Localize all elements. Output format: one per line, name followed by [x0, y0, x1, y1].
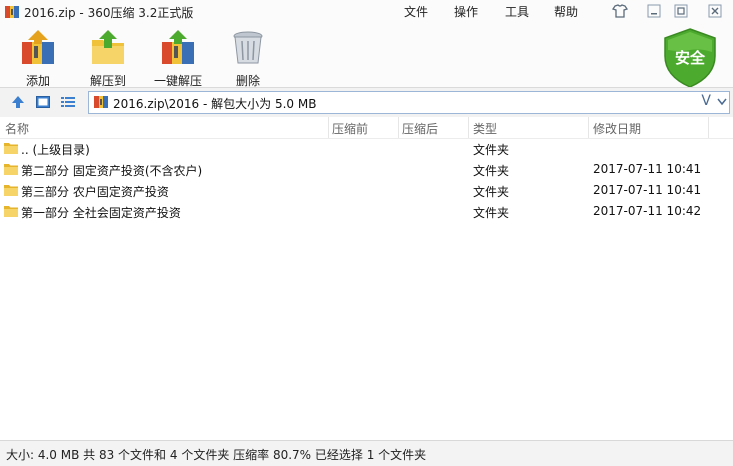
- security-shield-badge[interactable]: 安全: [662, 28, 718, 88]
- status-bar: 大小: 4.0 MB 共 83 个文件和 4 个文件夹 压缩率 80.7% 已经…: [0, 440, 733, 466]
- file-row[interactable]: 第一部分 全社会固定资产投资 文件夹 2017-07-11 10:42: [0, 201, 733, 222]
- thumbnail-view-icon[interactable]: [35, 94, 51, 110]
- maximize-icon[interactable]: [672, 2, 690, 20]
- column-divider[interactable]: [468, 117, 469, 138]
- navigation-bar: 2016.zip\2016 - 解包大小为 5.0 MB V: [0, 87, 733, 118]
- file-list-header: 名称 压缩前 压缩后 类型 修改日期: [0, 117, 733, 139]
- file-name: .. (上级目录): [21, 143, 90, 157]
- close-icon[interactable]: [706, 2, 724, 20]
- file-type: 文件夹: [473, 143, 510, 157]
- column-divider[interactable]: [398, 117, 399, 138]
- file-row-parent-dir[interactable]: .. (上级目录) 文件夹: [0, 138, 733, 159]
- list-view-icon[interactable]: [60, 94, 76, 110]
- menu-operation[interactable]: 操作: [454, 3, 478, 20]
- address-bar[interactable]: 2016.zip\2016 - 解包大小为 5.0 MB V: [88, 91, 730, 114]
- extract-to-button[interactable]: 解压到: [86, 28, 130, 89]
- security-badge-label: 安全: [674, 49, 705, 67]
- file-modified: 2017-07-11 10:41: [593, 162, 702, 176]
- file-type: 文件夹: [473, 206, 510, 220]
- file-name: 第三部分 农户固定资产投资: [21, 185, 169, 199]
- archive-app-icon: [5, 6, 19, 18]
- add-button[interactable]: 添加: [18, 28, 58, 89]
- add-archive-icon: [22, 30, 54, 64]
- folder-icon: [4, 185, 18, 196]
- zip-archive-icon: [94, 96, 108, 108]
- column-divider[interactable]: [588, 117, 589, 138]
- column-name[interactable]: 名称: [5, 120, 29, 137]
- menu-help[interactable]: 帮助: [554, 3, 578, 20]
- main-toolbar: 添加 解压到 一键解压 删除: [0, 24, 733, 89]
- file-name: 第二部分 固定资产投资(不含农户): [21, 164, 203, 178]
- address-path: 2016.zip\2016 - 解包大小为 5.0 MB: [113, 97, 317, 111]
- up-arrow-icon[interactable]: [10, 94, 26, 110]
- title-bar: 2016.zip - 360压缩 3.2正式版 文件 操作 工具 帮助: [0, 0, 733, 24]
- file-row[interactable]: 第三部分 农户固定资产投资 文件夹 2017-07-11 10:41: [0, 180, 733, 201]
- extract-folder-icon: [92, 30, 124, 64]
- column-divider[interactable]: [328, 117, 329, 138]
- column-after[interactable]: 压缩后: [402, 120, 438, 137]
- skin-shirt-icon[interactable]: [611, 2, 629, 20]
- column-compressed[interactable]: 压缩前: [332, 120, 368, 137]
- file-name: 第一部分 全社会固定资产投资: [21, 206, 181, 220]
- column-modified[interactable]: 修改日期: [593, 120, 641, 137]
- delete-button[interactable]: 删除: [228, 28, 268, 89]
- folder-icon: [4, 143, 18, 154]
- trash-can-icon: [233, 31, 263, 64]
- column-type[interactable]: 类型: [473, 120, 497, 137]
- status-text: 大小: 4.0 MB 共 83 个文件和 4 个文件夹 压缩率 80.7% 已经…: [6, 448, 427, 462]
- address-history-dropdown[interactable]: V: [701, 93, 711, 109]
- chevron-down-icon[interactable]: [717, 98, 727, 106]
- file-modified: 2017-07-11 10:42: [593, 204, 702, 218]
- file-type: 文件夹: [473, 164, 510, 178]
- column-divider[interactable]: [708, 117, 709, 138]
- menu-file[interactable]: 文件: [404, 3, 428, 20]
- window-title: 2016.zip - 360压缩 3.2正式版: [24, 6, 194, 20]
- file-row[interactable]: 第二部分 固定资产投资(不含农户) 文件夹 2017-07-11 10:41: [0, 159, 733, 180]
- folder-icon: [4, 206, 18, 217]
- file-type: 文件夹: [473, 185, 510, 199]
- one-click-extract-icon: [162, 30, 194, 64]
- one-click-extract-button[interactable]: 一键解压: [152, 28, 204, 89]
- folder-icon: [4, 164, 18, 175]
- menu-tools[interactable]: 工具: [505, 3, 529, 20]
- file-modified: 2017-07-11 10:41: [593, 183, 702, 197]
- minimize-icon[interactable]: [645, 2, 663, 20]
